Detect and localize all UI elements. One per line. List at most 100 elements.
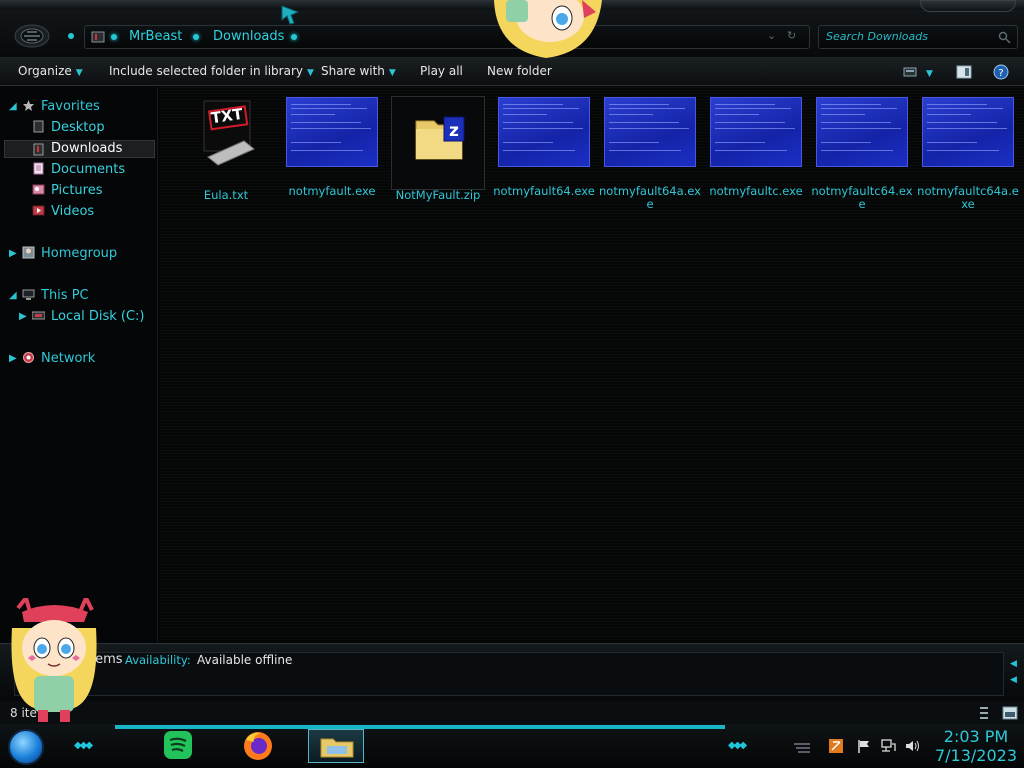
file-item-notmyfault64[interactable]: notmyfault64.exe [492, 97, 596, 198]
txt-file-icon: TXT [203, 100, 255, 166]
file-item-notmyfaultc64a[interactable]: notmyfaultc64a.exe [916, 97, 1020, 211]
nav-local-disk[interactable]: ▶ Local Disk (C:) [19, 309, 145, 327]
bsod-thumbnail [498, 97, 590, 167]
organize-label: Organize [18, 64, 72, 78]
include-label: Include selected folder in library [109, 64, 303, 78]
recent-pages-dot[interactable] [68, 33, 74, 39]
nav-pictures-label: Pictures [51, 183, 103, 198]
svg-text:z: z [449, 121, 459, 141]
bsod-thumbnail [816, 97, 908, 167]
action-center-flag-icon[interactable] [856, 738, 872, 754]
breadcrumb-mrbeast[interactable]: MrBeast [129, 29, 182, 44]
expand-arrow-icon[interactable]: ▶ [9, 248, 17, 259]
tray-app-icon[interactable] [828, 738, 844, 754]
search-placeholder: Search Downloads [826, 30, 928, 43]
zip-folder-icon: z [415, 116, 465, 160]
nav-network-label: Network [41, 351, 96, 366]
play-all-button[interactable]: Play all [420, 64, 463, 78]
documents-icon [33, 162, 44, 175]
star-icon [23, 100, 34, 111]
bsod-thumbnail [286, 97, 378, 167]
share-with-button[interactable]: Share with ▼ [321, 64, 396, 78]
view-options-chevron-icon[interactable]: ▼ [926, 65, 933, 79]
start-button[interactable] [8, 729, 44, 765]
nav-homegroup[interactable]: ▶ Homegroup [9, 246, 117, 264]
expand-arrow-icon[interactable]: ▶ [9, 353, 17, 364]
details-pane: tems Availability: Available offline ◀ ◀ [0, 643, 1024, 701]
change-view-icon[interactable] [902, 64, 918, 80]
breadcrumb-downloads[interactable]: Downloads [213, 29, 284, 44]
nav-desktop-label: Desktop [51, 120, 105, 135]
computer-icon [22, 289, 35, 300]
nav-documents[interactable]: Documents [32, 162, 125, 180]
organize-button[interactable]: Organize ▼ [18, 64, 83, 78]
file-name: notmyfault64.exe [493, 184, 595, 198]
bsod-thumbnail [604, 97, 696, 167]
file-name: NotMyFault.zip [395, 188, 481, 202]
nav-downloads[interactable]: Downloads [4, 140, 155, 158]
nav-videos-label: Videos [51, 204, 95, 219]
file-name: notmyfaultc64a.exe [917, 184, 1019, 211]
clock-time[interactable]: 2:03 PM [941, 727, 1011, 746]
hard-drive-icon [32, 311, 45, 320]
preview-pane-icon[interactable] [956, 64, 972, 80]
file-item-notmyfault-zip[interactable]: z NotMyFault.zip [391, 96, 485, 202]
spotify-app-icon[interactable] [152, 728, 204, 764]
breadcrumb-separator [291, 34, 297, 40]
clock-date[interactable]: 7/13/2023 [934, 746, 1018, 765]
nav-network[interactable]: ▶ Network [9, 351, 96, 369]
large-icons-view-icon[interactable] [1002, 706, 1018, 720]
search-icon[interactable] [998, 31, 1011, 44]
details-scroll-arrows[interactable]: ◀ ◀ [1010, 656, 1018, 696]
file-explorer-icon [320, 738, 354, 758]
expand-arrow-icon[interactable]: ▶ [19, 311, 27, 322]
expand-arrow-icon[interactable]: ◢ [9, 101, 17, 112]
network-icon [23, 352, 34, 363]
taskbar-decoration-icon: ◆◆◆ [728, 740, 747, 751]
breadcrumb-separator [193, 34, 199, 40]
downloads-folder-icon [33, 143, 44, 156]
taskbar-decoration-icon: ◆◆◆ [74, 740, 93, 751]
file-item-notmyfault[interactable]: notmyfault.exe [280, 97, 384, 198]
file-name: notmyfault64a.exe [599, 184, 701, 211]
chevron-down-icon[interactable]: ⌄ [767, 29, 776, 42]
homegroup-icon [22, 246, 35, 259]
file-item-eula[interactable]: TXT Eula.txt [174, 97, 278, 202]
search-input[interactable]: Search Downloads [818, 25, 1018, 49]
file-item-notmyfaultc64[interactable]: notmyfaultc64.exe [810, 97, 914, 211]
help-icon[interactable]: ? [993, 64, 1009, 80]
nav-pictures[interactable]: Pictures [32, 183, 102, 201]
share-label: Share with [321, 64, 385, 78]
address-bar[interactable]: MrBeast Downloads ⌄ ↻ [84, 25, 810, 49]
chevron-down-icon: ▼ [388, 68, 396, 78]
availability-label: Availability: [125, 653, 191, 667]
network-status-icon[interactable] [880, 738, 896, 754]
file-name: notmyfault.exe [288, 184, 376, 198]
nav-this-pc[interactable]: ◢ This PC [9, 288, 89, 306]
desktop-icon [33, 120, 44, 133]
bsod-thumbnail [710, 97, 802, 167]
volume-icon[interactable] [904, 738, 920, 754]
pictures-icon [32, 184, 45, 195]
nav-documents-label: Documents [51, 162, 126, 177]
file-item-notmyfaultc[interactable]: notmyfaultc.exe [704, 97, 808, 198]
chevron-down-icon: ▼ [75, 68, 83, 78]
nav-local-disk-label: Local Disk (C:) [51, 309, 145, 324]
file-item-notmyfault64a[interactable]: notmyfault64a.exe [598, 97, 702, 211]
expand-arrow-icon[interactable]: ◢ [9, 290, 17, 301]
file-explorer-app-button[interactable] [308, 729, 364, 763]
include-in-library-button[interactable]: Include selected folder in library ▼ [109, 64, 314, 78]
details-view-icon[interactable] [978, 706, 990, 720]
window-controls[interactable] [920, 0, 1016, 12]
back-forward-icon[interactable] [12, 22, 52, 50]
nav-videos[interactable]: Videos [32, 204, 94, 222]
nav-favorites[interactable]: ◢ Favorites [9, 99, 100, 117]
show-hidden-icons-icon[interactable] [792, 742, 812, 754]
firefox-app-icon[interactable] [232, 728, 284, 764]
refresh-icon[interactable]: ↻ [787, 29, 796, 42]
folder-icon [91, 31, 105, 43]
nav-desktop[interactable]: Desktop [32, 120, 105, 138]
file-list: TXT Eula.txt notmyfault.exe z NotMyFault… [160, 87, 1024, 642]
new-folder-button[interactable]: New folder [487, 64, 552, 78]
cursor-icon [281, 5, 300, 25]
